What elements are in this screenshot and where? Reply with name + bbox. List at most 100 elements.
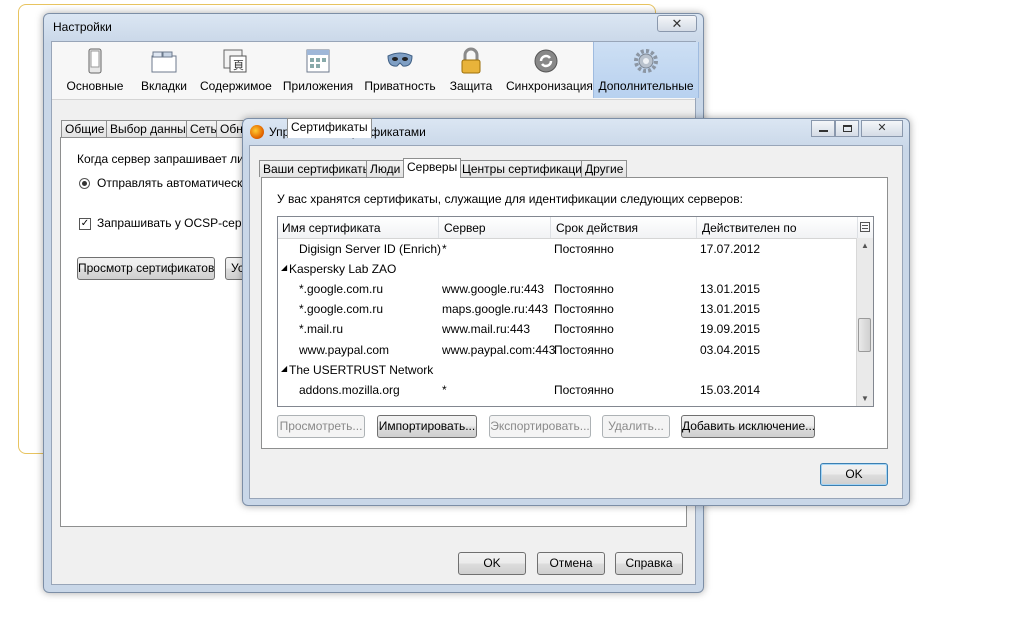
- maximize-icon: [843, 125, 852, 132]
- row-server: www.paypal.com:443: [442, 343, 556, 357]
- tab-others[interactable]: Другие: [581, 160, 628, 177]
- tab-your-certificates[interactable]: Ваши сертификаты: [259, 160, 376, 177]
- scroll-down-arrow-icon[interactable]: ▼: [861, 394, 869, 403]
- close-button[interactable]: ✕: [657, 15, 697, 32]
- certmgr-tabstrip: Ваши сертификаты Люди Серверы Центры сер…: [259, 158, 639, 178]
- row-lifetime: Постоянно: [554, 302, 614, 316]
- row-lifetime: Постоянно: [554, 383, 614, 397]
- collapse-triangle-icon[interactable]: ◢: [281, 364, 287, 373]
- toolbar-advanced-label: Дополнительные: [598, 79, 694, 93]
- settings-cancel-button[interactable]: Отмена: [537, 552, 605, 575]
- view-certificates-button[interactable]: Просмотр сертификатов: [77, 257, 215, 280]
- toolbar-applications-label: Приложения: [282, 79, 354, 93]
- row-cert-name: www.paypal.com: [299, 343, 390, 357]
- column-lifetime[interactable]: Срок действия: [556, 221, 638, 235]
- settings-ok-button[interactable]: OK: [458, 552, 526, 575]
- row-expires: 17.07.2012: [700, 242, 761, 256]
- tree-row[interactable]: Digisign Server ID (Enrich) * Постоянно …: [278, 239, 859, 259]
- column-picker-icon[interactable]: [860, 222, 870, 232]
- import-button[interactable]: Импортировать...: [377, 415, 477, 438]
- row-expires: 13.01.2015: [700, 302, 761, 316]
- tab-certificates[interactable]: Сертификаты: [287, 118, 372, 138]
- maximize-button[interactable]: [835, 120, 859, 137]
- row-lifetime: Постоянно: [554, 242, 614, 256]
- column-separator: [857, 217, 858, 238]
- toolbar-content[interactable]: 頁 Содержимое: [200, 42, 272, 98]
- row-server: www.mail.ru:443: [442, 322, 531, 336]
- row-server: *: [442, 242, 447, 256]
- radio-circle: [79, 178, 90, 189]
- checkbox-box: ✓: [79, 218, 91, 230]
- row-server: *: [442, 383, 447, 397]
- minimize-button[interactable]: [811, 120, 835, 137]
- firefox-icon: [250, 125, 264, 139]
- tabs-icon: [151, 51, 177, 73]
- minimize-icon: [819, 130, 828, 132]
- column-separator: [438, 217, 439, 238]
- row-server: maps.google.ru:443: [442, 302, 549, 316]
- toolbar-general-label: Основные: [66, 79, 124, 93]
- tree-scrollbar[interactable]: ▲ ▼: [856, 238, 873, 406]
- row-lifetime: Постоянно: [554, 282, 614, 296]
- row-server: www.google.ru:443: [442, 282, 545, 296]
- tree-group-row[interactable]: ◢ Kaspersky Lab ZAO: [278, 259, 859, 279]
- server-request-text: Когда сервер запрашивает личны: [77, 152, 266, 166]
- tree-row[interactable]: www.paypal.com www.paypal.com:443 Постоя…: [278, 340, 859, 360]
- tab-servers[interactable]: Серверы: [403, 158, 462, 178]
- column-separator: [550, 217, 551, 238]
- toolbar-sync[interactable]: Синхронизация: [506, 42, 593, 98]
- toolbar-privacy[interactable]: Приватность: [364, 42, 436, 98]
- tab-data-choices[interactable]: Выбор данных: [106, 120, 196, 137]
- tree-group-row[interactable]: ◢ The USERTRUST Network: [278, 360, 859, 380]
- row-expires: 13.01.2015: [700, 282, 761, 296]
- certmgr-ok-button[interactable]: OK: [820, 463, 888, 486]
- tree-row[interactable]: *.google.com.ru www.google.ru:443 Постоя…: [278, 279, 859, 299]
- servers-description: У вас хранятся сертификаты, служащие для…: [277, 192, 743, 206]
- scrollbar-thumb[interactable]: [858, 318, 871, 352]
- settings-toolbar: Основные Вкладки 頁 Содержимое Приложения…: [52, 42, 699, 100]
- tab-authorities[interactable]: Центры сертификации: [458, 160, 593, 177]
- general-icon: [88, 48, 102, 74]
- toolbar-security[interactable]: Защита: [448, 42, 494, 98]
- column-expires[interactable]: Действителен по: [702, 221, 797, 235]
- row-cert-name: Digisign Server ID (Enrich): [299, 242, 442, 256]
- privacy-mask-icon: [387, 52, 413, 67]
- tab-general[interactable]: Общие: [61, 120, 109, 137]
- row-cert-name: *.google.com.ru: [299, 282, 384, 296]
- row-cert-name: *.google.com.ru: [299, 302, 384, 316]
- toolbar-applications[interactable]: Приложения: [282, 42, 354, 98]
- add-exception-button[interactable]: Добавить исключение...: [681, 415, 815, 438]
- toolbar-content-label: Содержимое: [200, 79, 272, 93]
- toolbar-general[interactable]: Основные: [66, 42, 124, 98]
- collapse-triangle-icon[interactable]: ◢: [281, 263, 287, 272]
- settings-help-button[interactable]: Справка: [615, 552, 683, 575]
- toolbar-advanced[interactable]: Дополнительные: [593, 42, 699, 98]
- delete-button[interactable]: Удалить...: [602, 415, 670, 438]
- row-cert-name: addons.mozilla.org: [299, 383, 400, 397]
- tree-row[interactable]: addons.mozilla.org * Постоянно 15.03.201…: [278, 380, 859, 400]
- group-name: Kaspersky Lab ZAO: [289, 262, 397, 276]
- gear-icon: [634, 49, 658, 73]
- settings-tabstrip: Общие Выбор данных Сеть Обновления Серти…: [61, 118, 381, 138]
- column-server[interactable]: Сервер: [444, 221, 486, 235]
- tree-row[interactable]: *.google.com.ru maps.google.ru:443 Посто…: [278, 299, 859, 319]
- settings-title: Настройки: [53, 20, 112, 34]
- settings-titlebar[interactable]: Настройки ✕: [44, 14, 703, 40]
- view-button[interactable]: Просмотреть...: [277, 415, 365, 438]
- certmgr-close-button[interactable]: ✕: [861, 120, 903, 137]
- sync-icon: [534, 49, 558, 73]
- toolbar-privacy-label: Приватность: [364, 79, 436, 93]
- row-cert-name: *.mail.ru: [299, 322, 344, 336]
- server-certificates-tree[interactable]: Имя сертификата Сервер Срок действия Дей…: [277, 216, 874, 407]
- close-icon: ✕: [877, 122, 887, 134]
- toolbar-security-label: Защита: [449, 79, 493, 93]
- export-button[interactable]: Экспортировать...: [489, 415, 591, 438]
- tree-row[interactable]: *.mail.ru www.mail.ru:443 Постоянно 19.0…: [278, 319, 859, 339]
- scroll-up-arrow-icon[interactable]: ▲: [861, 241, 869, 250]
- column-separator: [696, 217, 697, 238]
- tree-header: Имя сертификата Сервер Срок действия Дей…: [278, 217, 873, 239]
- tab-people[interactable]: Люди: [366, 160, 405, 177]
- toolbar-tabs[interactable]: Вкладки: [138, 42, 190, 98]
- row-lifetime: Постоянно: [554, 343, 614, 357]
- column-cert-name[interactable]: Имя сертификата: [282, 221, 381, 235]
